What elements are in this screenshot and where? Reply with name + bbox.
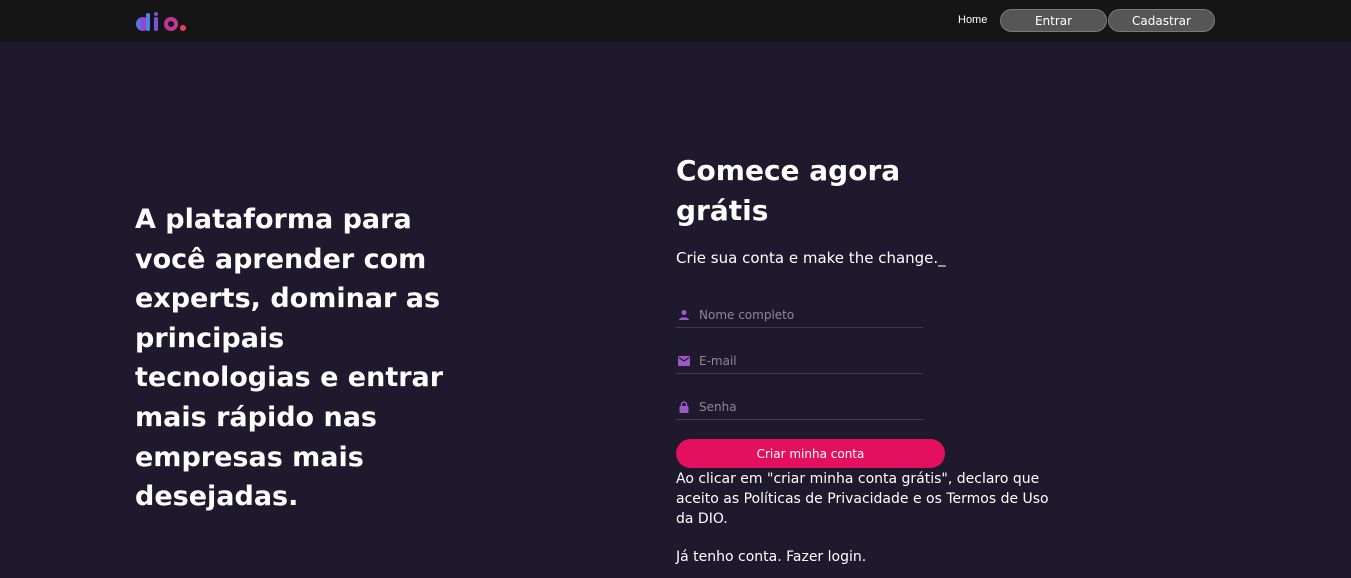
name-field xyxy=(676,302,923,328)
email-field xyxy=(676,348,923,374)
email-input[interactable] xyxy=(699,353,919,368)
terms-text: Ao clicar em "criar minha conta grátis",… xyxy=(676,471,1049,527)
signup-subtitle: Crie sua conta e make the change._ xyxy=(676,249,946,267)
mail-icon xyxy=(677,354,691,368)
password-field xyxy=(676,394,923,420)
person-icon xyxy=(677,308,691,322)
lock-icon xyxy=(677,400,691,414)
nav-home-link[interactable]: Home xyxy=(958,14,987,26)
entrar-button[interactable]: Entrar xyxy=(1000,9,1107,32)
cadastrar-button[interactable]: Cadastrar xyxy=(1108,9,1215,32)
dio-logo[interactable] xyxy=(135,11,195,33)
password-input[interactable] xyxy=(699,399,919,414)
create-account-button[interactable]: Criar minha conta xyxy=(676,439,945,468)
name-input[interactable] xyxy=(699,307,919,322)
login-link[interactable]: Já tenho conta. Fazer login. xyxy=(676,547,866,567)
top-navbar: Home Entrar Cadastrar xyxy=(0,0,1351,42)
signup-title: Comece agora grátis xyxy=(676,154,901,227)
hero-title: A plataforma para você aprender com expe… xyxy=(135,204,444,513)
